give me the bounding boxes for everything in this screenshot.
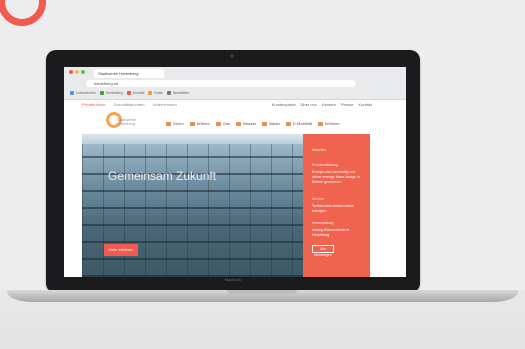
bookmark-icon bbox=[166, 90, 171, 95]
mainnav-item[interactable]: Wärme bbox=[189, 121, 210, 126]
topnav-service-link[interactable]: Kundenportal bbox=[272, 102, 296, 107]
address-bar[interactable]: heidelberg.de bbox=[86, 80, 356, 87]
mainnav-icon bbox=[286, 121, 292, 126]
laptop-screen: Stadtwerke Heidelberg heidelberg.de Lese… bbox=[64, 67, 406, 277]
minimize-window-icon[interactable] bbox=[75, 70, 79, 74]
top-navigation: Privatkunden Geschäftskunden Unternehmen K… bbox=[64, 100, 406, 110]
mainnav-icon bbox=[166, 121, 171, 126]
mainnav-item[interactable]: Wasser bbox=[235, 121, 257, 126]
mainnav-icon bbox=[215, 121, 221, 126]
hero-sky bbox=[82, 134, 303, 144]
news-item-label: Veranstaltung bbox=[312, 221, 334, 225]
webcam-icon bbox=[230, 54, 234, 58]
mainnav-item[interactable]: Wohnen bbox=[317, 121, 340, 126]
mainnav-label: Wärme bbox=[196, 121, 210, 126]
topnav-service-link[interactable]: Presse bbox=[341, 102, 353, 107]
bookmark-item[interactable]: Kontakt bbox=[126, 89, 145, 96]
news-item-label: Pressemitteilung bbox=[312, 163, 338, 167]
news-item-link[interactable]: Infotag Wärmewende in Heidelberg bbox=[312, 228, 364, 238]
bookmark-item[interactable]: Newsletter bbox=[166, 89, 190, 96]
bookmarks-bar: Lesezeichen Heidelberg Kontakt Karte Newslet… bbox=[70, 89, 189, 96]
news-item-link[interactable]: Tarifwechsel einfach online erledigen bbox=[312, 204, 364, 214]
website: Privatkunden Geschäftskunden Unternehmen K… bbox=[64, 100, 406, 277]
mainnav-item[interactable]: Strom bbox=[166, 121, 184, 126]
mainnav-item[interactable]: Bäder bbox=[262, 121, 280, 126]
bookmark-label: Kontakt bbox=[132, 90, 145, 95]
hero-image: Gemeinsam Zukunft Mehr erfahren bbox=[82, 134, 303, 277]
mainnav-label: Wasser bbox=[242, 121, 257, 126]
news-item-label: Service bbox=[312, 197, 324, 201]
mainnav-item[interactable]: Gas bbox=[215, 121, 230, 126]
bookmark-label: Karte bbox=[154, 90, 163, 95]
bookmark-item[interactable]: Heidelberg bbox=[99, 89, 123, 96]
mainnav-icon bbox=[235, 121, 241, 126]
bookmark-icon bbox=[126, 90, 131, 95]
topnav-link[interactable]: Geschäftskunden bbox=[113, 102, 144, 107]
mainnav-label: Bäder bbox=[269, 121, 281, 126]
mainnav-label: Gas bbox=[222, 121, 230, 126]
laptop: Stadtwerke Heidelberg heidelberg.de Lese… bbox=[46, 50, 420, 293]
topnav-service-link[interactable]: Über uns bbox=[301, 102, 317, 107]
all-news-button[interactable]: Alle Meldungen bbox=[312, 245, 334, 257]
mainnav-item[interactable]: E-Mobilität bbox=[286, 121, 312, 126]
laptop-base bbox=[7, 290, 518, 302]
logo-text[interactable]: Stadtwerke Heidelberg bbox=[116, 118, 140, 126]
news-item-link[interactable]: Energie wird nachhaltig und sicher erzeu… bbox=[312, 170, 364, 185]
news-panel: Aktuelles Pressemitteilung Energie wird … bbox=[303, 134, 370, 277]
laptop-brand: MacBook bbox=[224, 277, 242, 282]
browser-tab[interactable]: Stadtwerke Heidelberg bbox=[94, 69, 164, 78]
close-window-icon[interactable] bbox=[69, 70, 73, 74]
bookmark-item[interactable]: Lesezeichen bbox=[70, 89, 96, 96]
maximize-window-icon[interactable] bbox=[81, 70, 85, 74]
url-text: heidelberg.de bbox=[94, 81, 119, 86]
topnav-link[interactable]: Privatkunden bbox=[82, 102, 105, 107]
main-navigation: Strom Wärme Gas Wasser Bäder E-Mobilität Wohne… bbox=[166, 121, 340, 126]
topnav-service-link[interactable]: Kontakt bbox=[358, 102, 372, 107]
bookmark-icon bbox=[99, 90, 104, 95]
bookmark-icon bbox=[148, 90, 153, 95]
bookmark-label: Lesezeichen bbox=[76, 90, 96, 95]
bookmark-label: Newsletter bbox=[172, 90, 190, 95]
bookmark-icon bbox=[70, 90, 74, 95]
mainnav-icon bbox=[317, 121, 323, 126]
hero-cta-button[interactable]: Mehr erfahren bbox=[104, 244, 138, 256]
mainnav-label: E-Mobilität bbox=[293, 121, 312, 126]
bookmark-label: Heidelberg bbox=[105, 90, 123, 95]
news-heading: Aktuelles bbox=[312, 148, 327, 152]
topnav-service-link[interactable]: Karriere bbox=[322, 102, 336, 107]
mainnav-label: Wohnen bbox=[324, 121, 340, 126]
browser-chrome: Stadtwerke Heidelberg heidelberg.de Lese… bbox=[64, 67, 406, 100]
bookmark-item[interactable]: Karte bbox=[148, 89, 163, 96]
mainnav-icon bbox=[262, 121, 268, 126]
hero-title: Gemeinsam Zukunft bbox=[108, 169, 217, 183]
site-header: Stadtwerke Heidelberg Strom Wärme Gas Wasse… bbox=[64, 110, 406, 134]
mainnav-icon bbox=[189, 121, 195, 126]
brand-ring-icon bbox=[0, 0, 46, 26]
topnav-link[interactable]: Unternehmen bbox=[153, 102, 177, 107]
mainnav-label: Strom bbox=[173, 121, 184, 126]
laptop-notch bbox=[227, 290, 297, 294]
